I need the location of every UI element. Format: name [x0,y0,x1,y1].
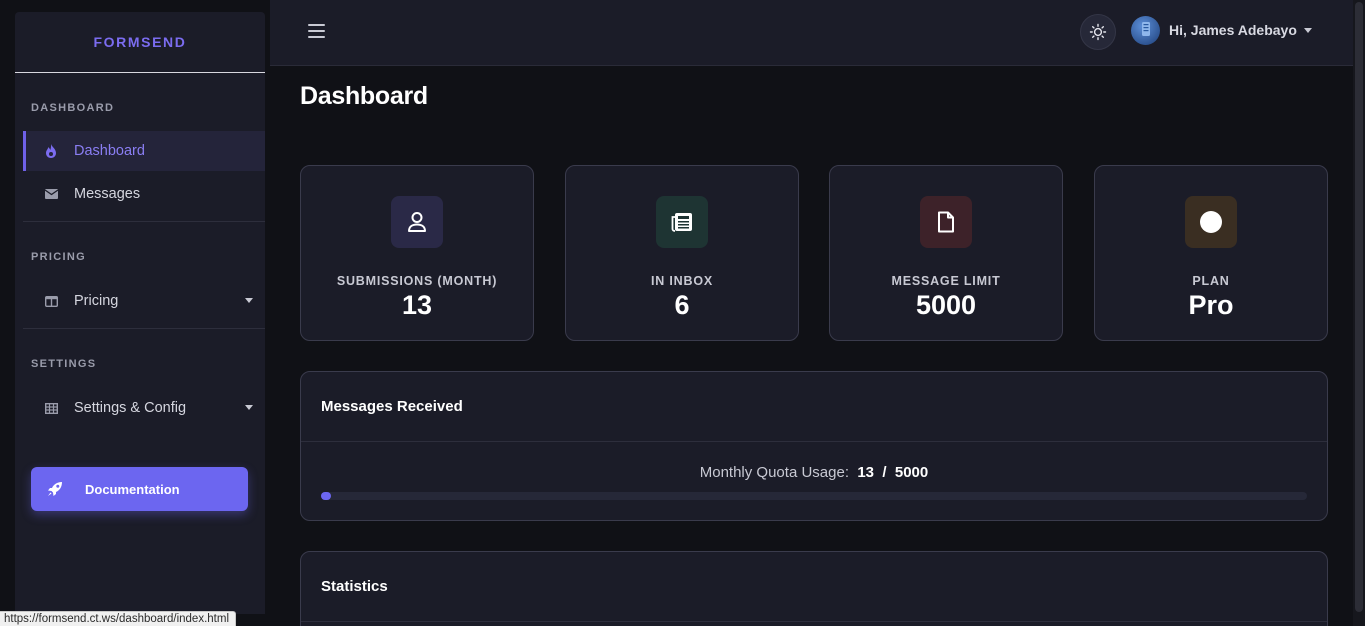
sidebar-item-messages[interactable]: Messages [23,174,265,214]
sidebar-item-pricing[interactable]: Pricing [23,281,265,321]
circle-icon [1199,210,1223,234]
quota-separator: / [882,464,887,481]
user-menu[interactable]: Hi, James Adebayo [1131,15,1312,45]
stat-icon-box [656,196,708,248]
stat-card-inbox: IN INBOX 6 [565,165,799,341]
sidebar-item-label: Settings & Config [74,400,187,416]
section-title-pricing: PRICING [31,251,86,263]
chevron-down-icon [1303,27,1312,33]
stat-label: PLAN [1192,274,1230,288]
brand-logo[interactable]: FORMSEND [15,12,265,73]
page-title: Dashboard [300,82,428,110]
hamburger-icon[interactable] [308,24,325,39]
avatar [1131,15,1160,45]
sidebar-item-label: Dashboard [74,143,145,159]
stat-icon-box [1185,196,1237,248]
fire-icon [43,143,59,159]
user-greeting: Hi, James Adebayo [1169,22,1297,38]
section-title-settings: SETTINGS [31,358,97,370]
sun-icon [1089,23,1107,41]
stat-icon-box [920,196,972,248]
stat-value: Pro [1188,290,1234,320]
sidebar-item-label: Pricing [74,293,119,309]
panel-title: Messages Received [301,372,1327,442]
documentation-button[interactable]: Documentation [31,467,248,511]
stat-label: SUBMISSIONS (MONTH) [336,274,498,288]
stat-card-submissions: SUBMISSIONS (MONTH) 13 [300,165,534,341]
stat-icon-box [391,196,443,248]
divider [23,221,265,222]
scrollbar-thumb[interactable] [1355,2,1363,612]
sidebar-item-label: Messages [74,186,141,202]
divider [23,328,265,329]
sidebar-item-dashboard[interactable]: Dashboard [23,131,265,171]
rocket-icon [47,481,63,497]
quota-label: Monthly Quota Usage: [699,464,849,481]
columns-icon [43,293,59,309]
chevron-down-icon [245,405,253,410]
stat-value: 13 [401,290,433,320]
quota-progress-bar [321,492,1307,500]
envelope-icon [43,186,59,202]
chevron-down-icon [245,298,253,303]
sidebar: FORMSEND DASHBOARD Dashboard Messages PR… [15,12,265,614]
stat-card-plan: PLAN Pro [1094,165,1328,341]
quota-progress-fill [321,492,331,500]
page-scrollbar[interactable] [1353,0,1365,626]
stat-card-message-limit: MESSAGE LIMIT 5000 [829,165,1063,341]
sidebar-item-settings[interactable]: Settings & Config [23,388,265,428]
stat-value: 5000 [915,290,977,320]
file-icon [937,211,955,233]
statistics-panel: Statistics [300,551,1328,626]
quota-limit: 5000 [894,464,929,481]
topbar: Hi, James Adebayo [270,0,1353,66]
quota-usage: Monthly Quota Usage: 13 / 5000 [301,464,1327,481]
user-icon [407,211,427,233]
table-icon [43,400,59,416]
theme-toggle-button[interactable] [1080,14,1116,50]
status-bar-url: https://formsend.ct.ws/dashboard/index.h… [0,611,236,626]
messages-received-panel: Messages Received Monthly Quota Usage: 1… [300,371,1328,521]
newspaper-icon [671,212,693,232]
stat-value: 6 [674,290,690,320]
documentation-label: Documentation [85,481,180,497]
stat-label: MESSAGE LIMIT [891,274,1001,288]
stat-label: IN INBOX [651,274,713,288]
quota-used: 13 [857,464,875,481]
panel-title: Statistics [301,552,1327,622]
section-title-dashboard: DASHBOARD [31,102,115,114]
